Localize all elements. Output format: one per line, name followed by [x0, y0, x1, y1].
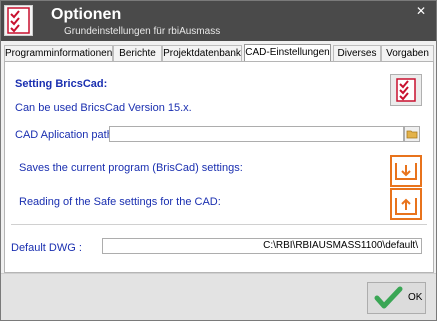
divider [11, 224, 427, 225]
tab-berichte[interactable]: Berichte [113, 45, 162, 61]
options-dialog: Optionen Grundeinstellungen für rbiAusma… [0, 0, 437, 321]
download-icon [395, 163, 417, 180]
tab-cad-einstellungen[interactable]: CAD-Einstellungen [244, 44, 331, 62]
default-dwg-label: Default DWG : [11, 242, 82, 254]
tab-vorgaben[interactable]: Vorgaben [381, 45, 434, 61]
save-settings-label: Saves the current program (BrisCad) sett… [19, 162, 243, 174]
read-settings-label: Reading of the Safe settings for the CAD… [19, 196, 221, 208]
close-icon[interactable]: ✕ [412, 4, 430, 18]
app-settings-button[interactable] [390, 74, 422, 106]
tab-programminformationen[interactable]: Programminformationen [4, 45, 113, 61]
tab-projektdatenbank[interactable]: Projektdatenbank [162, 45, 242, 61]
browse-folder-button[interactable] [404, 126, 420, 142]
default-dwg-input[interactable]: C:\RBI\RBIAUSMASS1100\default\ [102, 238, 422, 254]
dialog-footer: OK [1, 273, 436, 320]
save-settings-button[interactable] [390, 155, 422, 187]
title-bar: Optionen Grundeinstellungen für rbiAusma… [1, 1, 436, 41]
window-subtitle: Grundeinstellungen für rbiAusmass [64, 26, 221, 37]
folder-icon [406, 130, 418, 139]
app-path-label: CAD Aplication path : [15, 129, 119, 141]
checklist-icon [396, 78, 416, 102]
app-path-input[interactable] [109, 126, 404, 142]
ok-label: OK [408, 292, 423, 303]
checklist-icon [4, 5, 33, 36]
read-settings-button[interactable] [390, 188, 422, 220]
tab-bar: Programminformationen Berichte Projektda… [4, 44, 434, 62]
tab-diverses[interactable]: Diverses [333, 45, 381, 61]
cad-settings-panel: Setting BricsCad: Can be used BricsCad V… [4, 61, 434, 273]
version-note: Can be used BricsCad Version 15.x. [15, 102, 192, 114]
ok-button[interactable]: OK [367, 282, 426, 314]
upload-icon [395, 198, 417, 215]
bricscad-heading: Setting BricsCad: [15, 78, 108, 90]
checkmark-icon [374, 286, 403, 309]
window-title: Optionen [51, 6, 122, 23]
